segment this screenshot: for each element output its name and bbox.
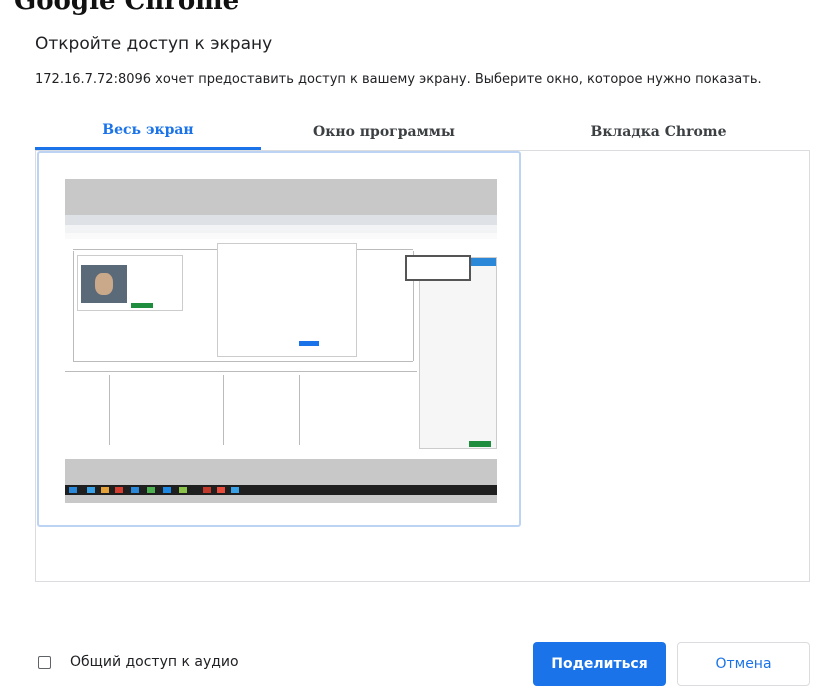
background-page-heading: Google Chrome bbox=[14, 0, 240, 16]
dialog-title: Откройте доступ к экрану bbox=[35, 34, 273, 54]
tab-entire-screen[interactable]: Весь экран bbox=[35, 113, 261, 150]
audio-share-label: Общий доступ к аудио bbox=[70, 654, 239, 670]
tab-chrome-tab[interactable]: Вкладка Chrome bbox=[507, 113, 810, 150]
source-list bbox=[35, 150, 810, 582]
screen-preview-image bbox=[65, 179, 497, 503]
screen-thumbnail[interactable] bbox=[37, 151, 521, 527]
source-tabs: Весь экран Окно программы Вкладка Chrome bbox=[35, 113, 810, 151]
audio-share-checkbox[interactable] bbox=[38, 656, 51, 669]
cancel-button[interactable]: Отмена bbox=[677, 642, 810, 686]
share-button[interactable]: Поделиться bbox=[533, 642, 666, 686]
dialog-description: 172.16.7.72:8096 хочет предоставить дост… bbox=[35, 72, 762, 87]
tab-application-window[interactable]: Окно программы bbox=[261, 113, 507, 150]
